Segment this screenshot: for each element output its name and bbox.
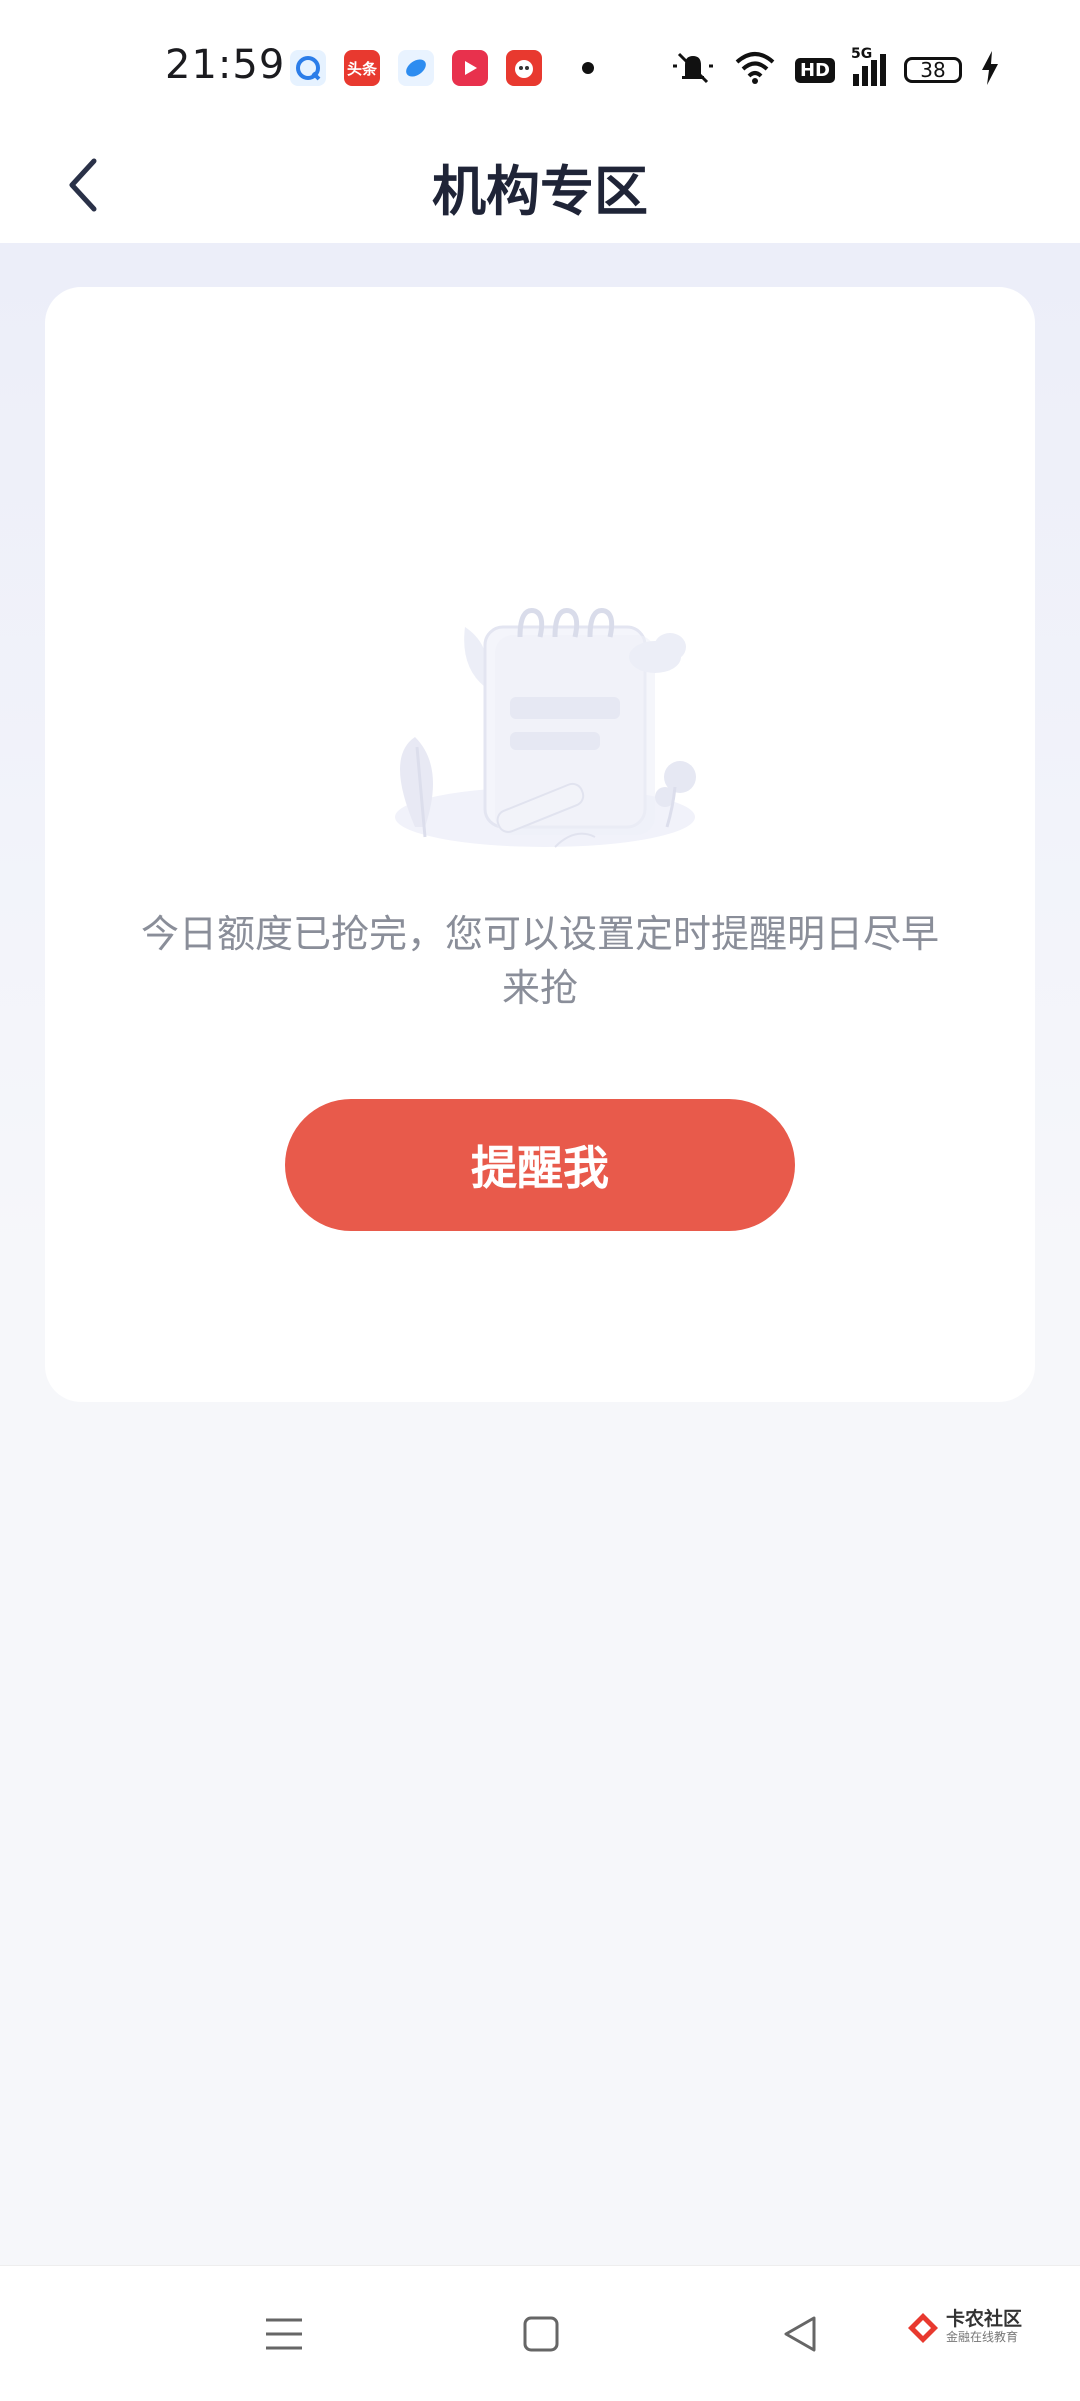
status-bar: 21:59 头条 HD 5G 38: [0, 0, 1080, 135]
status-time: 21:59: [165, 42, 286, 88]
browser-icon: [290, 50, 326, 86]
shopping-icon: [506, 50, 542, 86]
watermark-subtitle: 金融在线教育: [945, 2330, 1018, 2344]
empty-state-card: 今日额度已抢完，您可以设置定时提醒明日尽早来抢 提醒我: [45, 287, 1035, 1402]
system-nav-bar: 卡农社区 金融在线教育: [0, 2265, 1080, 2401]
charging-icon: [980, 51, 1000, 89]
signal-icon: 5G: [851, 46, 886, 86]
page-title: 机构专区: [432, 160, 648, 223]
more-notifications-dot: [582, 62, 594, 74]
toutiao-icon: 头条: [344, 50, 380, 86]
square-icon: [523, 2316, 559, 2352]
video-icon: [452, 50, 488, 86]
watermark: 卡农社区 金融在线教育: [906, 2310, 1022, 2346]
wifi-icon: [733, 50, 777, 90]
kanong-logo-icon: [907, 2313, 938, 2343]
network-type: 5G: [851, 46, 873, 62]
menu-icon: [266, 2318, 302, 2350]
triangle-back-icon: [784, 2316, 816, 2352]
remind-me-button[interactable]: 提醒我: [285, 1099, 795, 1231]
watermark-title: 卡农社区: [945, 2308, 1022, 2330]
mute-icon: [671, 48, 715, 92]
recent-apps-button[interactable]: [254, 2304, 314, 2364]
back-nav-button[interactable]: [770, 2304, 830, 2364]
notification-icons: 头条: [290, 50, 594, 86]
system-icons: HD 5G 38: [671, 46, 1000, 92]
app-header: 机构专区: [0, 135, 1080, 243]
notebook-illustration: [395, 608, 696, 848]
app-icon: [398, 50, 434, 86]
hd-badge: HD: [794, 57, 835, 83]
battery-indicator: 38: [904, 57, 962, 83]
empty-state-message: 今日额度已抢完，您可以设置定时提醒明日尽早来抢: [140, 912, 939, 1010]
home-button[interactable]: [511, 2304, 571, 2364]
